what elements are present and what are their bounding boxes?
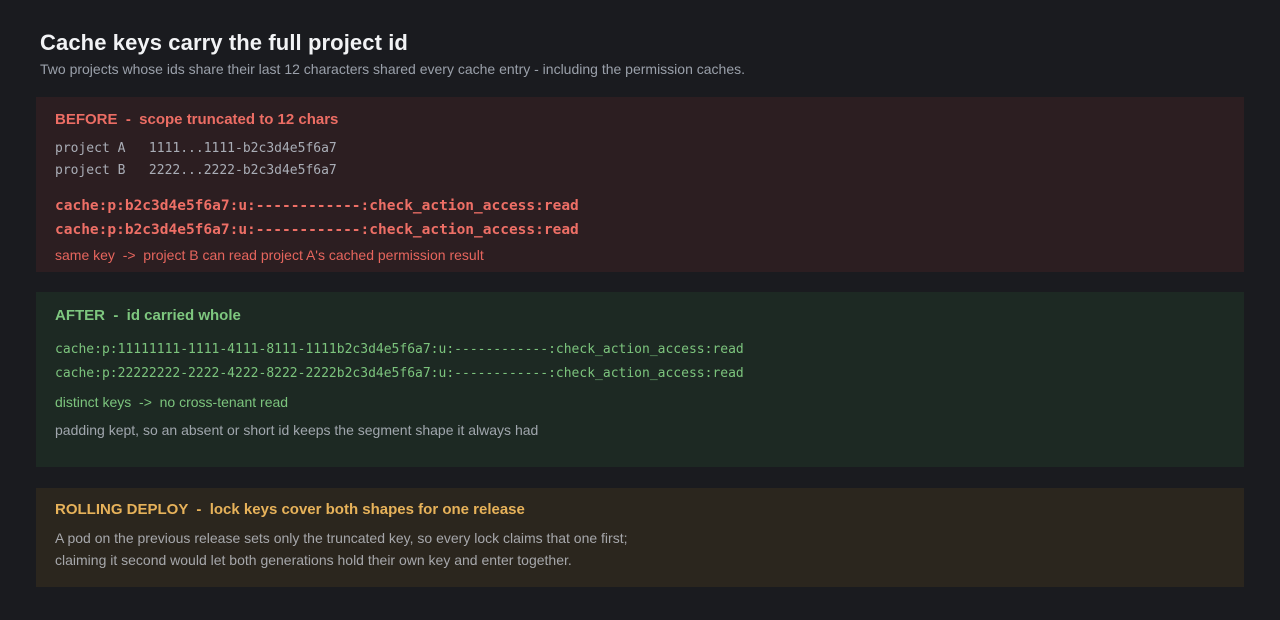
after-padding-note: padding kept, so an absent or short id k… (55, 422, 539, 438)
before-cache-key-a: cache:p:b2c3d4e5f6a7:u:------------:chec… (55, 198, 579, 214)
before-heading: BEFORE - scope truncated to 12 chars (55, 111, 339, 128)
before-panel: BEFORE - scope truncated to 12 chars pro… (36, 97, 1244, 272)
before-project-a: project A 1111...1111-b2c3d4e5f6a7 (55, 141, 337, 156)
page-title: Cache keys carry the full project id (40, 30, 408, 55)
after-cache-key-a: cache:p:11111111-1111-4111-8111-1111b2c3… (55, 342, 744, 357)
rolling-line-1: A pod on the previous release sets only … (55, 530, 628, 546)
before-note: same key -> project B can read project A… (55, 247, 484, 263)
rolling-deploy-panel: ROLLING DEPLOY - lock keys cover both sh… (36, 488, 1244, 587)
rolling-heading: ROLLING DEPLOY - lock keys cover both sh… (55, 501, 525, 518)
before-project-b: project B 2222...2222-b2c3d4e5f6a7 (55, 163, 337, 178)
after-panel: AFTER - id carried whole cache:p:1111111… (36, 292, 1244, 467)
page: Cache keys carry the full project id Two… (0, 0, 1280, 620)
page-subtitle: Two projects whose ids share their last … (40, 61, 746, 77)
rolling-line-2: claiming it second would let both genera… (55, 552, 572, 568)
after-note: distinct keys -> no cross-tenant read (55, 394, 289, 410)
after-heading: AFTER - id carried whole (55, 307, 241, 324)
before-cache-key-b: cache:p:b2c3d4e5f6a7:u:------------:chec… (55, 222, 579, 238)
after-cache-key-b: cache:p:22222222-2222-4222-8222-2222b2c3… (55, 366, 744, 381)
